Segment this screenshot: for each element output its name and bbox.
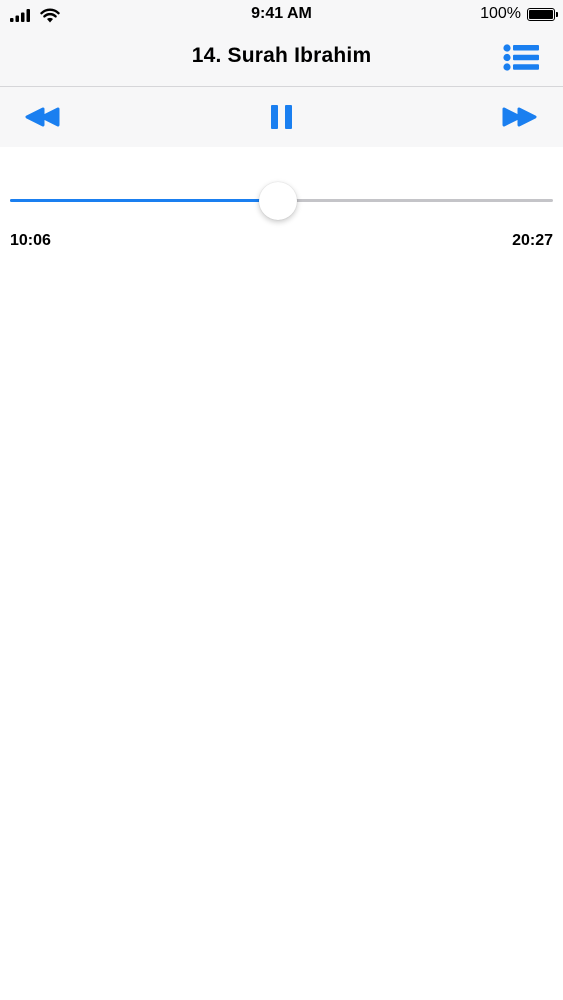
rewind-button[interactable] <box>24 103 62 131</box>
total-duration: 20:27 <box>512 232 553 249</box>
status-time: 9:41 AM <box>251 5 312 22</box>
status-bar: 9:41 AM 100% <box>0 0 563 30</box>
progress-slider[interactable]: 10:06 20:27 <box>0 147 563 267</box>
elapsed-time: 10:06 <box>10 232 51 249</box>
list-icon <box>503 44 539 71</box>
status-right: 100% <box>480 5 558 23</box>
pause-button[interactable] <box>268 103 296 131</box>
battery-icon <box>527 7 558 21</box>
page-title: 14. Surah Ibrahim <box>191 44 372 67</box>
track-list-button[interactable] <box>501 42 541 74</box>
battery-level <box>529 9 553 19</box>
fast-forward-button[interactable] <box>500 103 538 131</box>
playback-controls <box>0 87 563 147</box>
pause-icon <box>271 105 292 129</box>
navigation-bar: 14. Surah Ibrahim <box>0 30 563 87</box>
rewind-icon <box>25 107 60 127</box>
slider-thumb[interactable] <box>259 182 298 220</box>
slider-progress-fill <box>10 199 279 202</box>
battery-percent: 100% <box>480 5 521 22</box>
fast-forward-icon <box>502 107 537 127</box>
